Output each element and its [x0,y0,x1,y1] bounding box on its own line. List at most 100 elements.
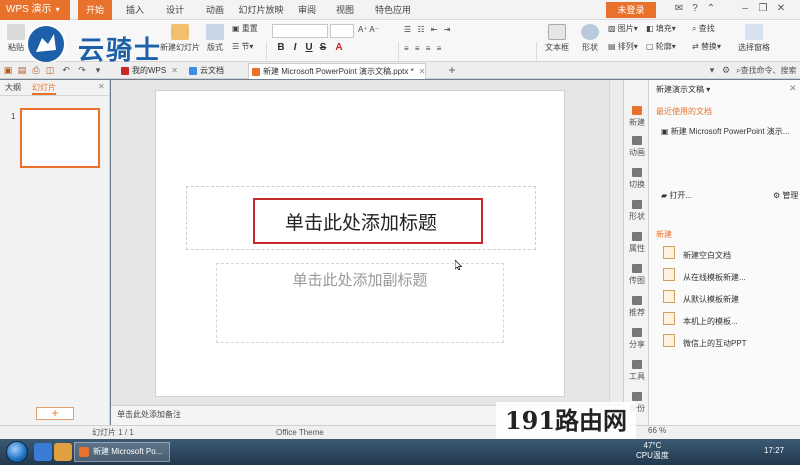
slide[interactable]: 单击此处添加标题 单击此处添加副标题 [155,90,565,397]
tab-features[interactable]: 特色应用 [368,0,418,20]
windows-taskbar: 新建 Microsoft Po... 47°C CPU温度 17:27 [0,439,800,465]
slide-count: 幻灯片 1 / 1 [92,428,134,437]
tab-view[interactable]: 视图 [328,0,362,20]
wechat-ppt-item[interactable]: 微信上的互动PPT [683,338,747,349]
taskbar-window-button[interactable]: 新建 Microsoft Po... [74,442,170,462]
section-button[interactable]: ☰ 节▾ [232,42,253,52]
zoom-level[interactable]: 66 % [648,426,666,435]
title-placeholder[interactable]: 单击此处添加标题 [156,208,566,235]
tab-current-document[interactable]: 新建 Microsoft PowerPoint 演示文稿.pptx * ✕ [248,63,427,79]
save-icon[interactable]: ▤ [16,64,28,76]
online-template-icon [663,268,675,281]
clock[interactable]: 17:27 [764,446,784,455]
font-size-select[interactable] [330,24,354,38]
new-default-template-item[interactable]: 从默认模板新建 [683,294,739,305]
tab-design[interactable]: 设计 [158,0,192,20]
explorer-icon[interactable] [54,443,72,461]
sidebar-transition[interactable]: 切换 [624,168,650,190]
subtitle-placeholder[interactable]: 单击此处添加副标题 [216,269,504,290]
tab-close-icon[interactable]: ✕ [171,66,178,75]
open-icon[interactable]: ▣ [2,64,14,76]
ie-icon[interactable] [34,443,52,461]
command-search[interactable]: ⌕查找命令、搜索 [736,66,796,76]
new-tab-icon[interactable]: + [446,64,458,76]
list-buttons[interactable]: ☰ ☷ ⇤ ⇥ [404,25,452,35]
settings-icon[interactable]: ⚙ [720,64,732,76]
panel-close-icon[interactable]: ✕ [98,82,105,91]
tab-home[interactable]: 开始 [78,0,112,20]
open-button[interactable]: ▰ 打开... [661,190,692,201]
reset-button[interactable]: ▣ 重置 [232,24,258,34]
tab-insert[interactable]: 插入 [118,0,152,20]
qat-more-icon[interactable]: ▾ [92,64,104,76]
picture-button[interactable]: ▨ 图片▾ [608,24,638,34]
help-icon[interactable]: ? [688,2,702,16]
dropdown-icon[interactable]: ▾ [706,64,718,76]
layout-button[interactable]: 版式 [204,24,226,53]
mouse-cursor-icon [455,260,463,270]
italic-button[interactable]: I [290,42,300,53]
sidebar-recommend[interactable]: 推荐 [624,296,650,318]
task-pane-close-icon[interactable]: ✕ [789,83,797,94]
sidebar-share[interactable]: 分享 [624,328,650,350]
local-template-item[interactable]: 本机上的模板... [683,316,738,327]
select-pane-button[interactable]: 选择窗格 [736,24,772,53]
minimize-icon[interactable]: – [738,2,752,16]
start-button[interactable] [6,441,28,463]
textbox-icon [548,24,566,40]
grow-font-icon[interactable]: A⁺ A⁻ [358,25,379,35]
replace-button[interactable]: ⇄ 替换▾ [692,42,721,52]
document-tab-bar: ▣ ▤ ⎙ ◫ ↶ ↷ ▾ 我的WPS ✕ 云文档 新建 Microsoft Po… [0,62,800,79]
watermark-logo: 云骑士 [22,24,202,66]
sidebar-animation[interactable]: 动画 [624,136,650,158]
tab-close-icon[interactable]: ✕ [419,67,426,76]
new-online-template-item[interactable]: 从在线模板新建... [683,272,746,283]
task-pane: 新建演示文稿 ▾ ✕ 最近使用的文档 ▣ 新建 Microsoft PowerP… [649,80,800,425]
find-button[interactable]: ⌕ 查找 [692,24,715,34]
underline-button[interactable]: U [304,42,314,53]
tab-cloud-docs[interactable]: 云文档 [186,63,224,79]
new-blank-item[interactable]: 新建空白文档 [683,250,731,261]
preview-icon[interactable]: ◫ [44,64,56,76]
vertical-scrollbar[interactable] [609,80,623,405]
sidebar-properties[interactable]: 属性 [624,232,650,254]
font-color-button[interactable]: A [334,42,344,53]
redo-icon[interactable]: ↷ [76,64,88,76]
tab-slides[interactable]: 幻灯片 [32,82,56,95]
shape-button[interactable]: 形状 [578,24,602,53]
app-menu-button[interactable]: WPS 演示 ▾ [0,0,70,20]
tab-review[interactable]: 审阅 [290,0,324,20]
align-buttons[interactable]: ≡ ≡ ≡ ≡ [404,44,443,54]
tab-slideshow[interactable]: 幻灯片放映 [236,0,286,20]
manage-button[interactable]: ⚙ 管理 [773,190,798,201]
font-name-select[interactable] [272,24,328,38]
close-icon[interactable]: ✕ [774,2,788,16]
skin-icon[interactable]: ✉ [672,2,686,16]
wps-icon [121,67,129,75]
fill-button[interactable]: ◧ 填充▾ [646,24,676,34]
tab-outline[interactable]: 大纲 [5,82,21,93]
collapse-icon[interactable]: ⌃ [704,2,718,16]
login-button[interactable]: 未登录 [606,2,656,18]
outline-button[interactable]: ▢ 轮廓▾ [646,42,676,52]
tab-my-wps[interactable]: 我的WPS ✕ [118,63,178,79]
sidebar-new[interactable]: 新建 [624,106,650,128]
undo-icon[interactable]: ↶ [60,64,72,76]
tab-animation[interactable]: 动画 [198,0,232,20]
strike-button[interactable]: S [318,42,328,53]
sidebar-shape[interactable]: 形状 [624,200,650,222]
layout-icon [206,24,224,40]
backup-icon [632,392,642,401]
task-pane-header[interactable]: 新建演示文稿 ▾ [656,84,710,95]
sidebar-upload-image[interactable]: 传图 [624,264,650,286]
arrange-button[interactable]: ▤ 排列▾ [608,42,638,52]
restore-icon[interactable]: ❐ [756,2,770,16]
sidebar-tools[interactable]: 工具 [624,360,650,382]
recent-document-item[interactable]: ▣ 新建 Microsoft PowerPoint 演示... [661,126,789,137]
default-template-icon [663,290,675,303]
bold-button[interactable]: B [276,42,286,53]
add-slide-button[interactable]: + [36,407,74,420]
slide-thumbnail[interactable] [20,108,100,168]
textbox-button[interactable]: 文本框 [542,24,572,53]
print-icon[interactable]: ⎙ [30,64,42,76]
